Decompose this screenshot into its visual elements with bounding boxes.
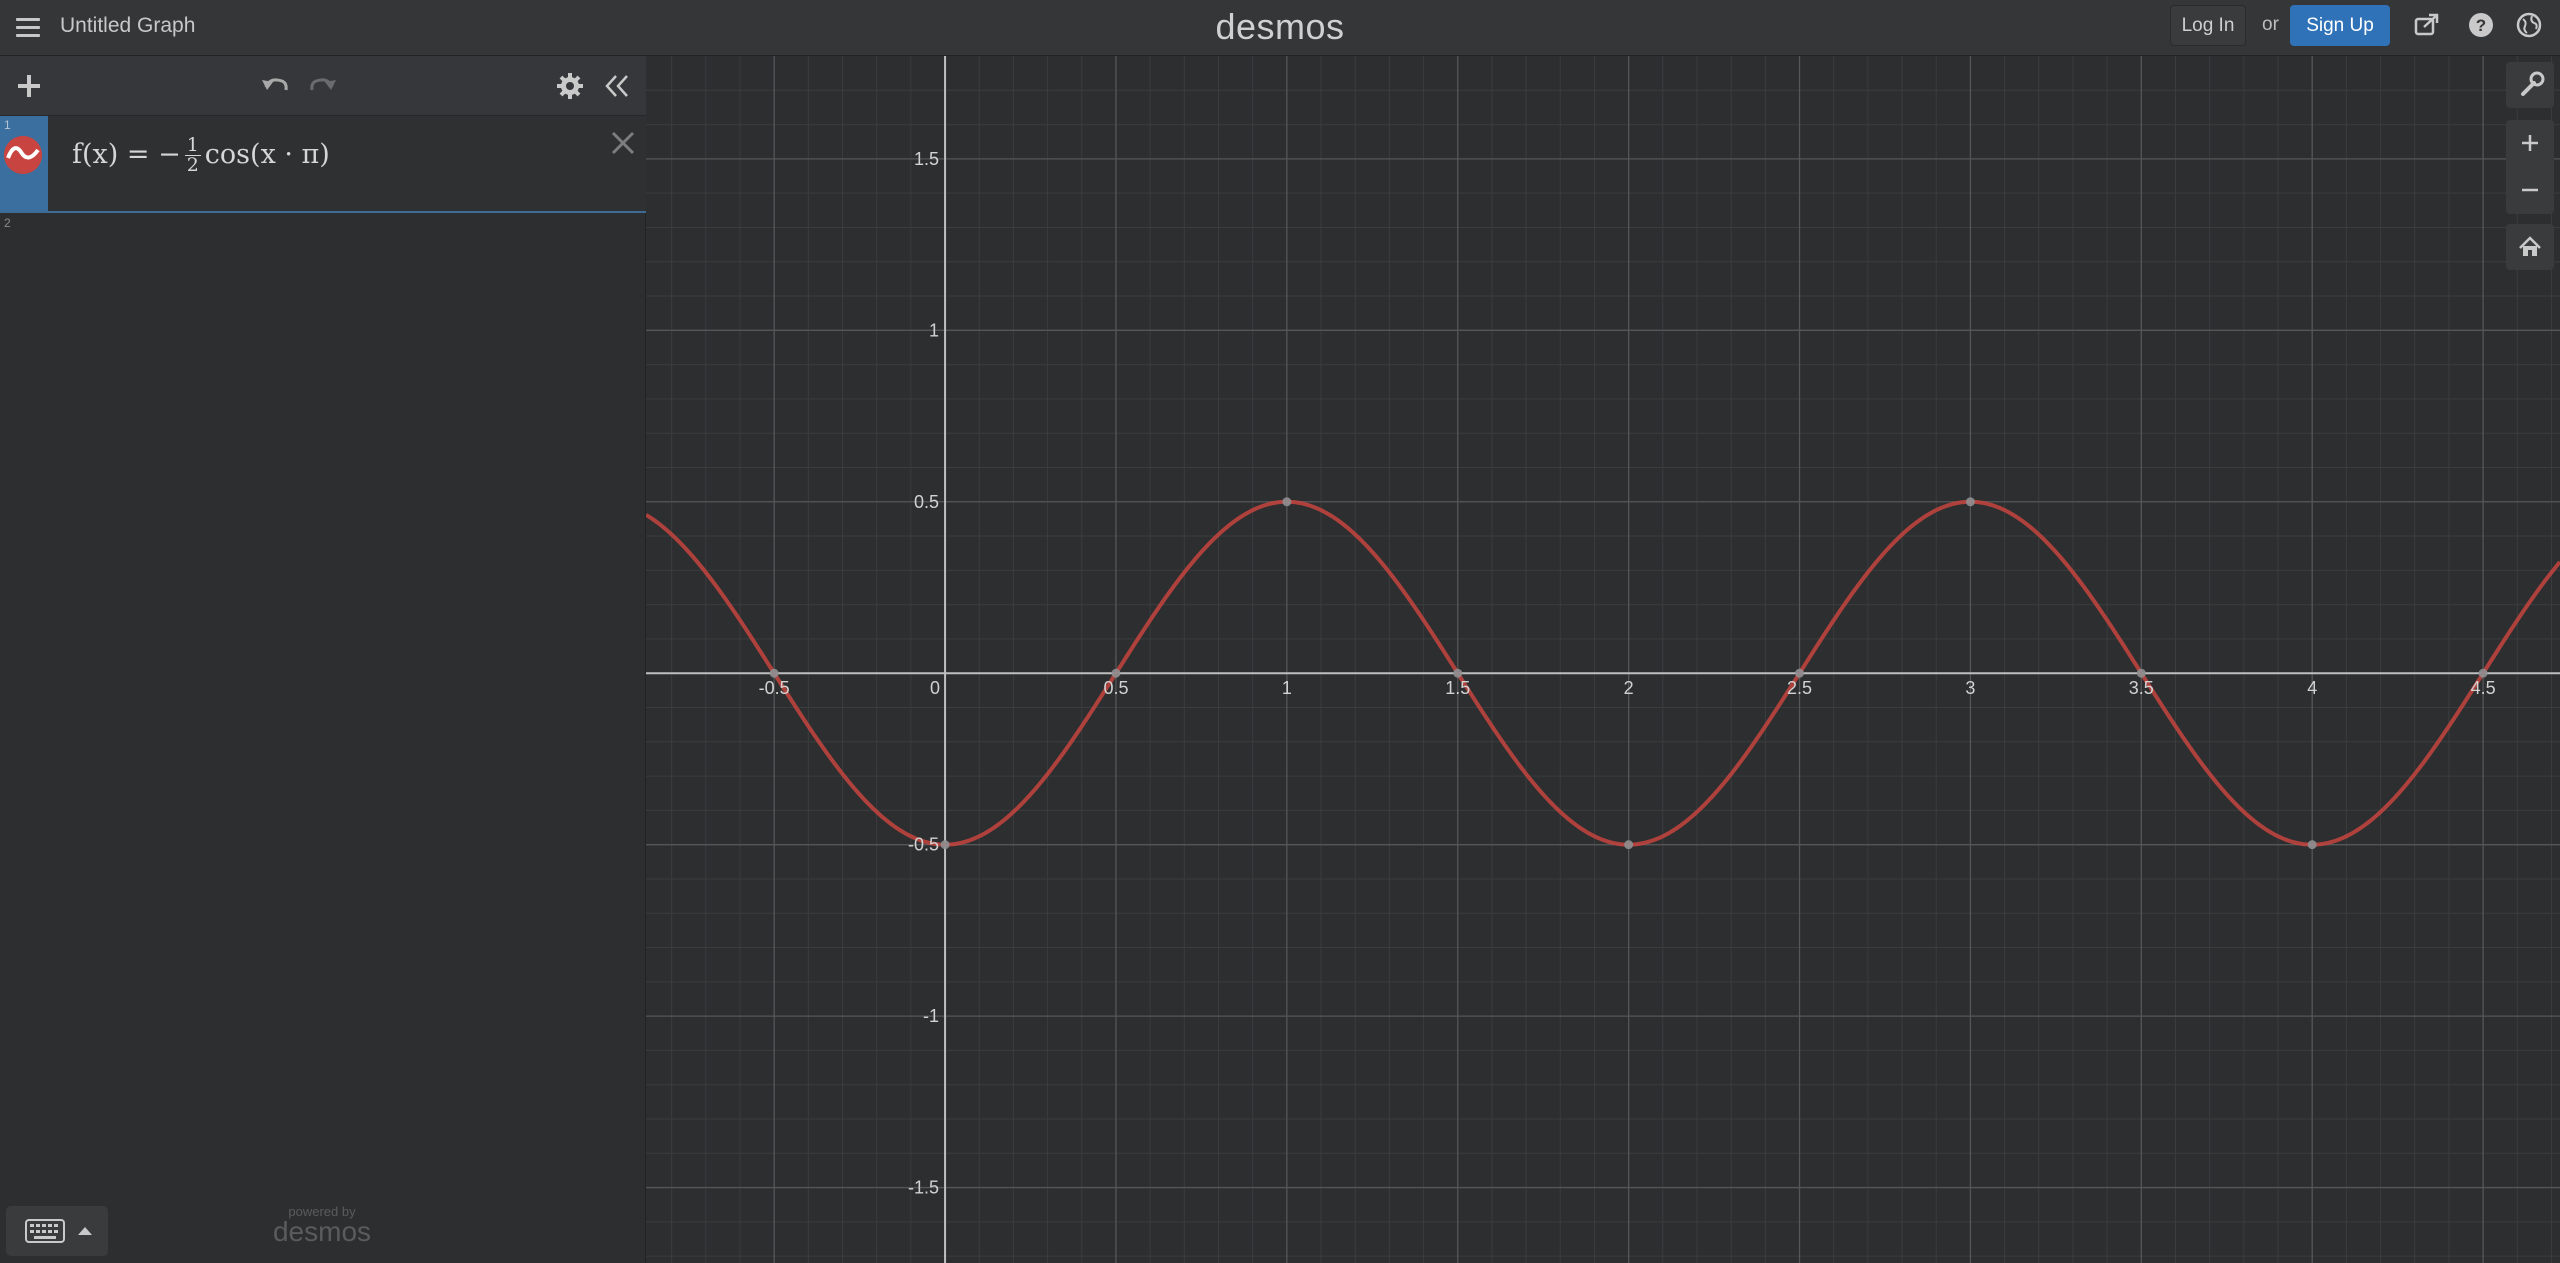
x-tick-label: 4.5 (2471, 678, 2496, 698)
x-tick-label: 0.5 (1103, 678, 1128, 698)
fraction-denominator: 2 (186, 154, 199, 176)
expression-toolbar (0, 56, 646, 116)
share-icon[interactable] (2412, 10, 2442, 40)
expression-index: 1 (4, 118, 11, 132)
double-chevron-left-icon[interactable] (602, 71, 632, 101)
y-tick-label: 1.5 (914, 149, 939, 169)
x-tick-label: 1 (1282, 678, 1292, 698)
or-text: or (2262, 14, 2279, 35)
zoom-controls (2506, 120, 2554, 214)
x-tick-label: 2 (1624, 678, 1634, 698)
key-point (1795, 668, 1805, 678)
key-point (1453, 668, 1463, 678)
svg-text:?: ? (2476, 16, 2486, 35)
x-tick-label: 1.5 (1445, 678, 1470, 698)
graph-color-icon[interactable] (4, 136, 42, 174)
undo-icon[interactable] (260, 71, 290, 101)
top-bar: Untitled Graph desmos Log In or Sign Up … (0, 0, 2560, 56)
graph-canvas[interactable]: -0.5 0 0.5 1 1.5 2 2.5 3 3.5 4 4.5 1.5 1 0.5 -0.5 -1 -1.… (646, 56, 2560, 1263)
key-point (1282, 497, 1292, 507)
key-point (2136, 668, 2146, 678)
expression-panel: 1 f(x) = −1 2 cos(x · π) 2 powered by de… (0, 56, 646, 1263)
globe-icon[interactable] (2514, 10, 2544, 40)
expression-lhs: f(x) = − (72, 139, 181, 170)
x-tick-label: 0 (930, 678, 940, 698)
graph-paper[interactable]: -0.5 0 0.5 1 1.5 2 2.5 3 3.5 4 4.5 1.5 1 0.5 -0.5 -1 -1.… (646, 56, 2560, 1263)
powered-by-brand: desmos (272, 1216, 372, 1247)
key-point (1111, 668, 1121, 678)
key-point (2478, 668, 2488, 678)
fraction-numerator: 1 (184, 134, 201, 156)
minus-icon (2522, 188, 2538, 192)
fraction: 12 (184, 134, 201, 176)
gear-icon[interactable] (555, 71, 585, 101)
x-tick-label: 2.5 (1787, 678, 1812, 698)
keyboard-icon (25, 1219, 92, 1243)
keyboard-toggle-button[interactable] (6, 1206, 108, 1256)
home-icon[interactable] (2506, 224, 2554, 270)
hamburger-menu-icon[interactable] (14, 14, 42, 42)
expression-math[interactable]: f(x) = −1 2 cos(x · π) (72, 136, 330, 175)
close-icon[interactable] (610, 130, 636, 156)
expression-tab[interactable]: 1 (0, 116, 48, 211)
y-tick-label: 0.5 (914, 492, 939, 512)
zoom-in-button[interactable] (2506, 120, 2554, 166)
plus-icon[interactable] (14, 71, 44, 101)
x-tick-label: 4 (2307, 678, 2317, 698)
x-tick-label: -0.5 (759, 678, 790, 698)
key-point (2307, 840, 2317, 850)
login-button[interactable]: Log In (2170, 5, 2246, 46)
help-icon[interactable]: ? (2466, 10, 2496, 40)
key-point (940, 840, 950, 850)
y-tick-label: 1 (929, 320, 939, 340)
key-point (1624, 840, 1634, 850)
y-tick-label: -1.5 (908, 1178, 939, 1198)
key-point (769, 668, 779, 678)
y-tick-label: -0.5 (908, 835, 939, 855)
wrench-icon[interactable] (2506, 62, 2554, 108)
graph-title[interactable]: Untitled Graph (60, 14, 195, 38)
expression-rhs: cos(x · π) (204, 139, 330, 170)
signup-button[interactable]: Sign Up (2290, 5, 2390, 46)
y-tick-label: -1 (923, 1006, 939, 1026)
x-tick-label: 3 (1965, 678, 1975, 698)
expression-index: 2 (4, 216, 11, 230)
redo-icon[interactable] (308, 71, 338, 101)
powered-by-desmos[interactable]: powered by desmos (262, 1204, 382, 1247)
expression-row[interactable]: 1 f(x) = −1 2 cos(x · π) (0, 116, 646, 213)
key-point (1965, 497, 1975, 507)
x-tick-label: 3.5 (2129, 678, 2154, 698)
desmos-logo: desmos (1215, 6, 1345, 47)
plus-icon (2522, 135, 2538, 151)
zoom-out-button[interactable] (2506, 167, 2554, 213)
